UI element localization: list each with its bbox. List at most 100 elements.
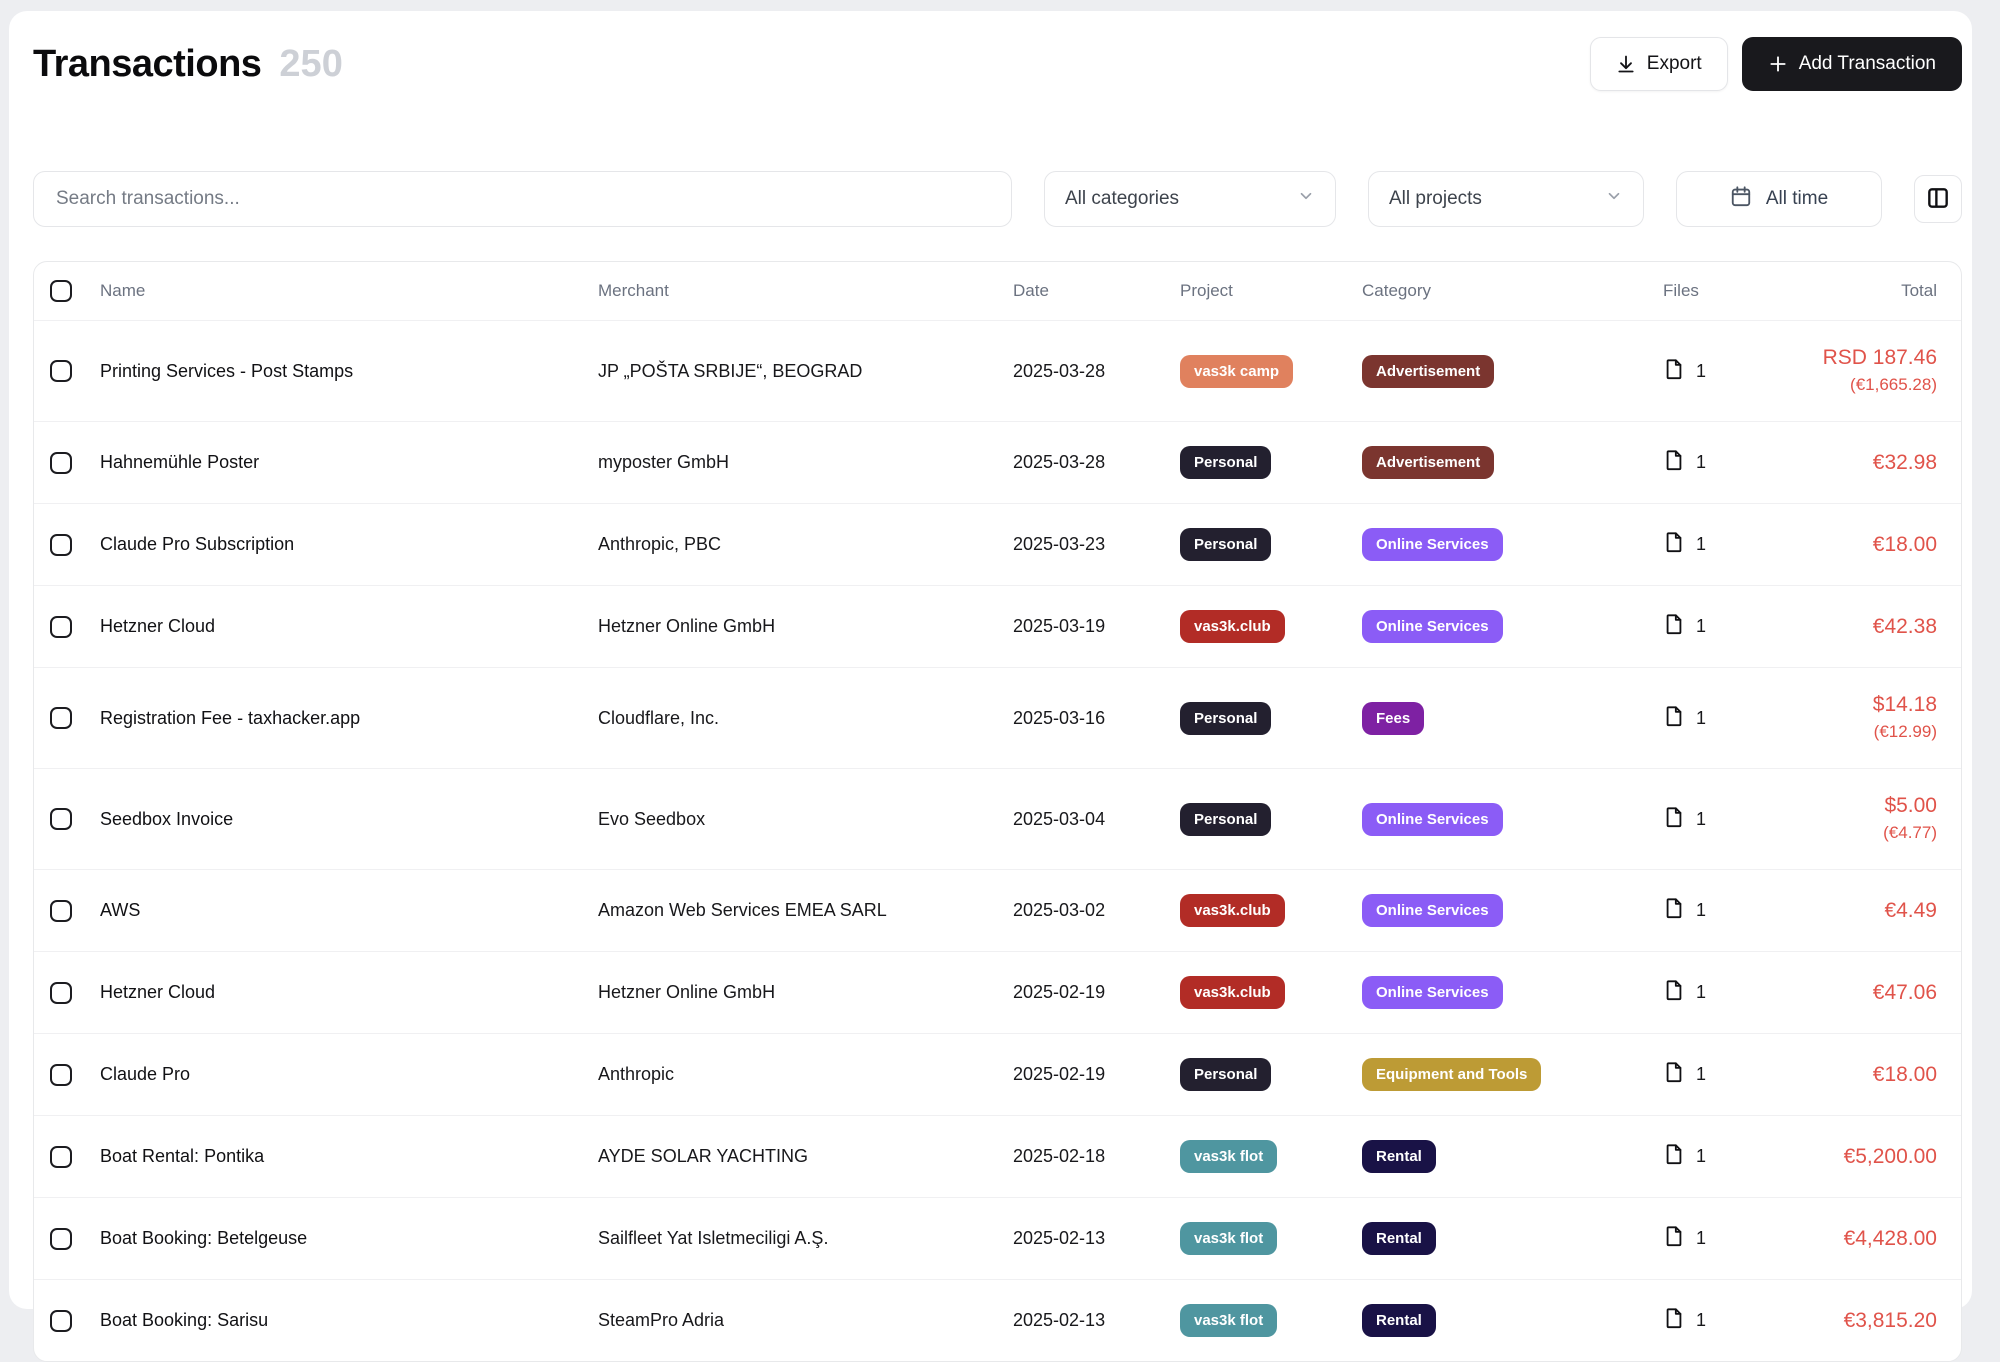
column-header-date[interactable]: Date — [1013, 281, 1180, 301]
transaction-name[interactable]: Seedbox Invoice — [100, 809, 598, 830]
project-badge[interactable]: vas3k flot — [1180, 1140, 1277, 1173]
table-body: Printing Services - Post Stamps JP „POŠT… — [34, 320, 1961, 1361]
transaction-name[interactable]: Claude Pro — [100, 1064, 598, 1085]
category-badge[interactable]: Online Services — [1362, 610, 1503, 643]
transaction-name[interactable]: Boat Booking: Sarisu — [100, 1310, 598, 1331]
row-checkbox[interactable] — [50, 900, 72, 922]
transaction-total: $5.00 (€4.77) — [1803, 793, 1961, 845]
transaction-total: €18.00 — [1803, 1062, 1961, 1088]
category-badge[interactable]: Rental — [1362, 1304, 1436, 1337]
plus-icon — [1768, 54, 1788, 74]
add-transaction-button[interactable]: Add Transaction — [1742, 37, 1962, 91]
row-checkbox[interactable] — [50, 452, 72, 474]
column-header-merchant[interactable]: Merchant — [598, 281, 1013, 301]
filter-bar: All categories All projects All time — [33, 171, 1962, 227]
transaction-name[interactable]: Registration Fee - taxhacker.app — [100, 708, 598, 729]
row-checkbox[interactable] — [50, 534, 72, 556]
transaction-total: €4.49 — [1803, 898, 1961, 924]
project-badge[interactable]: vas3k.club — [1180, 610, 1285, 643]
transaction-date: 2025-03-02 — [1013, 900, 1180, 921]
table-row[interactable]: Hahnemühle Poster myposter GmbH 2025-03-… — [34, 421, 1961, 503]
file-count: 1 — [1696, 708, 1706, 729]
transactions-table: Name Merchant Date Project Category File… — [33, 261, 1962, 1362]
project-badge[interactable]: Personal — [1180, 702, 1271, 735]
project-badge[interactable]: vas3k flot — [1180, 1222, 1277, 1255]
select-all-checkbox[interactable] — [50, 280, 72, 302]
file-count: 1 — [1696, 1064, 1706, 1085]
export-button[interactable]: Export — [1590, 37, 1728, 91]
category-badge[interactable]: Rental — [1362, 1222, 1436, 1255]
category-badge[interactable]: Advertisement — [1362, 446, 1494, 479]
transaction-name[interactable]: Hahnemühle Poster — [100, 452, 598, 473]
column-header-name[interactable]: Name — [100, 281, 598, 301]
table-row[interactable]: Registration Fee - taxhacker.app Cloudfl… — [34, 667, 1961, 768]
file-count: 1 — [1696, 900, 1706, 921]
category-badge[interactable]: Online Services — [1362, 894, 1503, 927]
project-badge[interactable]: Personal — [1180, 1058, 1271, 1091]
row-checkbox[interactable] — [50, 982, 72, 1004]
category-badge[interactable]: Online Services — [1362, 976, 1503, 1009]
date-range-filter[interactable]: All time — [1676, 171, 1882, 227]
column-header-category[interactable]: Category — [1362, 281, 1663, 301]
transaction-total: €3,815.20 — [1803, 1308, 1961, 1334]
row-checkbox[interactable] — [50, 1064, 72, 1086]
project-badge[interactable]: vas3k.club — [1180, 976, 1285, 1009]
total-secondary: (€12.99) — [1803, 719, 1937, 744]
row-checkbox[interactable] — [50, 360, 72, 382]
table-row[interactable]: Hetzner Cloud Hetzner Online GmbH 2025-0… — [34, 951, 1961, 1033]
download-icon — [1616, 54, 1636, 74]
row-checkbox[interactable] — [50, 707, 72, 729]
transaction-name[interactable]: Boat Rental: Pontika — [100, 1146, 598, 1167]
project-badge[interactable]: Personal — [1180, 528, 1271, 561]
file-icon — [1663, 613, 1685, 640]
category-filter-value: All categories — [1065, 188, 1179, 210]
row-checkbox[interactable] — [50, 1146, 72, 1168]
category-badge[interactable]: Rental — [1362, 1140, 1436, 1173]
transaction-total: €5,200.00 — [1803, 1144, 1961, 1170]
row-checkbox[interactable] — [50, 1310, 72, 1332]
table-row[interactable]: Hetzner Cloud Hetzner Online GmbH 2025-0… — [34, 585, 1961, 667]
search-input[interactable] — [33, 171, 1012, 227]
file-icon — [1663, 1307, 1685, 1334]
category-filter-select[interactable]: All categories — [1044, 171, 1336, 227]
transaction-name[interactable]: AWS — [100, 900, 598, 921]
category-badge[interactable]: Online Services — [1362, 528, 1503, 561]
category-badge[interactable]: Advertisement — [1362, 355, 1494, 388]
transaction-date: 2025-03-04 — [1013, 809, 1180, 830]
table-row[interactable]: Claude Pro Subscription Anthropic, PBC 2… — [34, 503, 1961, 585]
transaction-total: €18.00 — [1803, 532, 1961, 558]
table-row[interactable]: Boat Booking: Betelgeuse Sailfleet Yat I… — [34, 1197, 1961, 1279]
table-row[interactable]: Printing Services - Post Stamps JP „POŠT… — [34, 320, 1961, 421]
transaction-name[interactable]: Printing Services - Post Stamps — [100, 361, 598, 382]
project-filter-select[interactable]: All projects — [1368, 171, 1644, 227]
category-badge[interactable]: Fees — [1362, 702, 1424, 735]
column-header-total[interactable]: Total — [1803, 281, 1961, 301]
category-badge[interactable]: Equipment and Tools — [1362, 1058, 1541, 1091]
transaction-name[interactable]: Claude Pro Subscription — [100, 534, 598, 555]
transaction-total: €47.06 — [1803, 980, 1961, 1006]
column-header-project[interactable]: Project — [1180, 281, 1362, 301]
row-checkbox[interactable] — [50, 808, 72, 830]
row-checkbox[interactable] — [50, 1228, 72, 1250]
transactions-page-card: Transactions 250 Export Add Transaction … — [9, 11, 1972, 1309]
project-badge[interactable]: vas3k.club — [1180, 894, 1285, 927]
transaction-name[interactable]: Hetzner Cloud — [100, 616, 598, 637]
table-row[interactable]: Boat Rental: Pontika AYDE SOLAR YACHTING… — [34, 1115, 1961, 1197]
project-badge[interactable]: vas3k camp — [1180, 355, 1293, 388]
table-row[interactable]: Claude Pro Anthropic 2025-02-19 Personal… — [34, 1033, 1961, 1115]
file-icon — [1663, 1143, 1685, 1170]
column-header-files[interactable]: Files — [1663, 281, 1803, 301]
transaction-name[interactable]: Hetzner Cloud — [100, 982, 598, 1003]
column-view-toggle-button[interactable] — [1914, 175, 1962, 223]
category-badge[interactable]: Online Services — [1362, 803, 1503, 836]
calendar-icon — [1730, 185, 1752, 213]
table-row[interactable]: AWS Amazon Web Services EMEA SARL 2025-0… — [34, 869, 1961, 951]
project-badge[interactable]: Personal — [1180, 803, 1271, 836]
row-checkbox[interactable] — [50, 616, 72, 638]
project-badge[interactable]: vas3k flot — [1180, 1304, 1277, 1337]
table-row[interactable]: Seedbox Invoice Evo Seedbox 2025-03-04 P… — [34, 768, 1961, 869]
table-row[interactable]: Boat Booking: Sarisu SteamPro Adria 2025… — [34, 1279, 1961, 1361]
transaction-name[interactable]: Boat Booking: Betelgeuse — [100, 1228, 598, 1249]
total-primary: €4.49 — [1803, 898, 1937, 924]
project-badge[interactable]: Personal — [1180, 446, 1271, 479]
